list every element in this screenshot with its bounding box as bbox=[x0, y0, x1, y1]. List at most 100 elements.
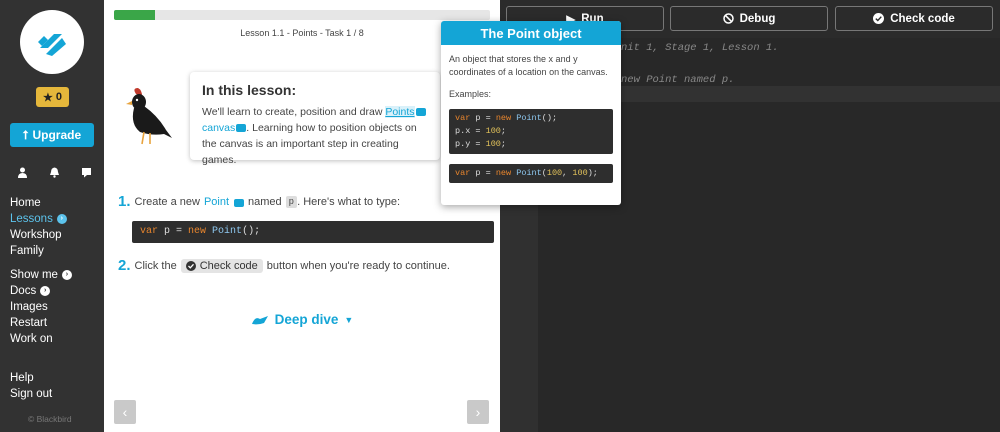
check-circle-icon bbox=[185, 260, 196, 271]
blackbird-mascot-icon bbox=[126, 88, 172, 145]
check-code-button[interactable]: Check code bbox=[835, 6, 993, 31]
chevron-right-icon: › bbox=[40, 286, 51, 296]
code-token: new bbox=[188, 226, 207, 237]
check-code-pill-label: Check code bbox=[199, 259, 258, 272]
code-token: Point bbox=[206, 226, 243, 237]
step-number: 2. bbox=[118, 257, 131, 274]
tooltip-description: An object that stores the x and y coordi… bbox=[449, 54, 608, 77]
speech-bubble-icon[interactable] bbox=[236, 124, 247, 132]
chevron-left-icon: ‹ bbox=[122, 404, 128, 420]
step-number: 1. bbox=[118, 193, 131, 210]
code-token: Point bbox=[511, 113, 542, 123]
step-text: button when you're ready to continue. bbox=[266, 259, 450, 272]
no-entry-icon bbox=[722, 13, 734, 24]
callout-title: In this lesson: bbox=[202, 82, 297, 98]
copyright: © Blackbird bbox=[28, 414, 72, 424]
code-token: ; bbox=[500, 139, 507, 149]
code-line: var p = new Point(); bbox=[455, 112, 607, 125]
nav-item-restart[interactable]: Restart bbox=[10, 315, 72, 331]
code-token: p = bbox=[470, 113, 496, 123]
code-token: 100 bbox=[485, 139, 501, 149]
code-token: p.x = bbox=[455, 126, 486, 136]
nav-item-images[interactable]: Images bbox=[10, 299, 72, 315]
code-token: (); bbox=[242, 226, 261, 237]
code-token: var bbox=[455, 113, 471, 123]
user-icon[interactable] bbox=[16, 166, 28, 178]
step-text: Create a new bbox=[134, 195, 200, 208]
chevron-right-icon: › bbox=[475, 404, 481, 420]
debug-label: Debug bbox=[739, 12, 776, 25]
step-text: named bbox=[248, 195, 282, 208]
code-token: , bbox=[562, 168, 573, 178]
nav-item-sign-out[interactable]: Sign out bbox=[10, 386, 52, 402]
code-line: p.x = 100; bbox=[455, 125, 607, 138]
code-line: p.y = 100; bbox=[455, 138, 607, 151]
bell-icon[interactable] bbox=[48, 166, 60, 178]
nav-item-workshop[interactable]: Workshop bbox=[10, 227, 67, 243]
deep-dive-toggle[interactable]: Deep dive ▼ bbox=[104, 312, 500, 327]
nav-item-label: Lessons bbox=[10, 213, 53, 225]
chat-icon[interactable] bbox=[80, 166, 92, 178]
nav-item-work-on[interactable]: Work on bbox=[10, 331, 72, 347]
speech-bubble-icon[interactable] bbox=[415, 108, 426, 116]
point-object-tooltip: The Point object An object that stores t… bbox=[441, 21, 621, 205]
code-token: ); bbox=[587, 168, 598, 178]
chevron-right-icon: › bbox=[56, 214, 67, 224]
nav-item-help[interactable]: Help bbox=[10, 370, 52, 386]
step-text: Click the bbox=[134, 259, 177, 272]
nav-item-show-me[interactable]: Show me › bbox=[10, 267, 72, 283]
tooltip-examples-label: Examples: bbox=[449, 89, 492, 99]
nav-item-label: Show me bbox=[10, 269, 58, 281]
logo-icon bbox=[38, 34, 66, 56]
lesson-intro-callout: In this lesson: We'll learn to create, p… bbox=[190, 72, 440, 166]
previous-task-button[interactable]: ‹ bbox=[114, 400, 136, 424]
callout-text-part: We'll learn to create, position and draw bbox=[202, 106, 386, 118]
next-task-button[interactable]: › bbox=[467, 400, 489, 424]
inline-code: p bbox=[285, 195, 298, 208]
points-link[interactable]: Points bbox=[385, 106, 415, 118]
nav-item-lessons[interactable]: Lessons › bbox=[10, 211, 67, 227]
progress-fill bbox=[114, 10, 156, 20]
tooltip-example-1: var p = new Point(); p.x = 100; p.y = 10… bbox=[449, 109, 613, 154]
code-token: 100 bbox=[485, 126, 501, 136]
code-example: var p = new Point(); bbox=[132, 221, 494, 243]
code-token: new bbox=[495, 168, 512, 178]
code-token: 100 bbox=[572, 168, 588, 178]
nav-item-family[interactable]: Family bbox=[10, 243, 67, 259]
code-token: p.y = bbox=[455, 139, 486, 149]
code-token: p = bbox=[470, 168, 496, 178]
nav-secondary: Show me › Docs › Images Restart Work on bbox=[10, 267, 72, 347]
speech-bubble-icon[interactable] bbox=[234, 198, 245, 207]
tooltip-example-2: var p = new Point(100, 100); bbox=[449, 164, 613, 183]
canvas-link[interactable]: canvas bbox=[202, 122, 235, 134]
code-token: var bbox=[140, 226, 159, 237]
dive-icon bbox=[251, 315, 268, 324]
sidebar-icon-row bbox=[16, 166, 92, 178]
nav-item-docs[interactable]: Docs › bbox=[10, 283, 72, 299]
nav-footer: Help Sign out bbox=[10, 370, 52, 402]
code-token: new bbox=[495, 113, 512, 123]
tooltip-title: The Point object bbox=[441, 21, 621, 45]
blackbird-logo[interactable] bbox=[20, 10, 84, 74]
nav-main: Home Lessons › Workshop Family bbox=[10, 195, 67, 259]
nav-item-home[interactable]: Home bbox=[10, 195, 67, 211]
check-code-pill: Check code bbox=[180, 258, 263, 273]
nav-item-label: Sign out bbox=[10, 388, 53, 400]
code-token: var bbox=[455, 168, 471, 178]
point-link[interactable]: Point bbox=[204, 196, 229, 208]
upgrade-button[interactable]: ⭡ Upgrade bbox=[10, 123, 94, 147]
star-icon: ★ bbox=[43, 91, 53, 104]
check-code-label: Check code bbox=[890, 12, 955, 25]
nav-item-label: Images bbox=[10, 301, 48, 313]
tooltip-body: An object that stores the x and y coordi… bbox=[441, 45, 621, 183]
step-text: . Here's what to type: bbox=[297, 195, 401, 208]
nav-item-label: Home bbox=[10, 197, 41, 209]
progress-bar bbox=[114, 10, 490, 20]
check-circle-icon bbox=[873, 13, 885, 24]
debug-button[interactable]: Debug bbox=[670, 6, 828, 31]
step-2: 2. Click the Check code button when you'… bbox=[118, 257, 450, 274]
deep-dive-label: Deep dive bbox=[274, 312, 339, 327]
nav-item-label: Workshop bbox=[10, 229, 62, 241]
callout-text: We'll learn to create, position and draw… bbox=[202, 104, 428, 168]
code-token: 100 bbox=[546, 168, 563, 178]
